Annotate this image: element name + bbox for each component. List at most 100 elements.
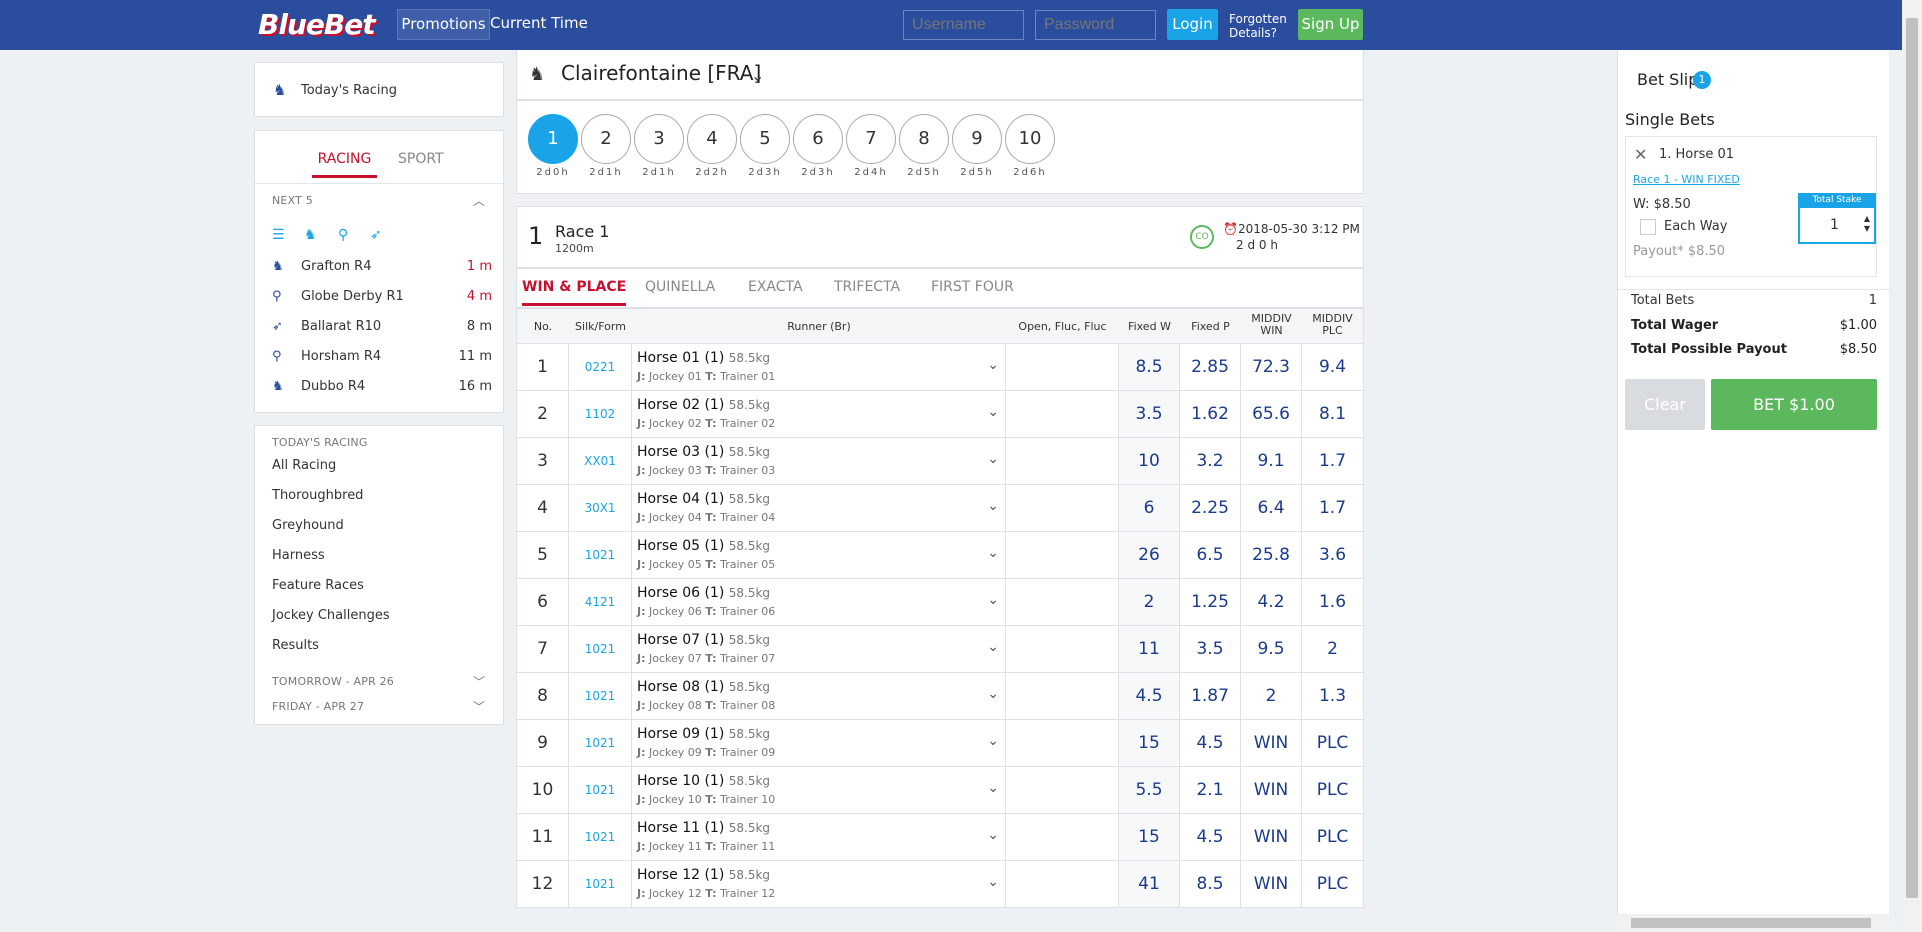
username-input[interactable] xyxy=(903,10,1024,40)
middiv-win-odds[interactable]: 9.5 xyxy=(1241,626,1302,672)
next5-item[interactable]: ♞ Dubbo R4 16 m xyxy=(272,374,492,404)
race-button-6[interactable]: 6 xyxy=(793,114,843,164)
middiv-plc-odds[interactable]: 1.7 xyxy=(1302,438,1363,484)
race-button-1[interactable]: 1 xyxy=(528,114,578,164)
close-icon[interactable]: ✕ xyxy=(1634,145,1647,164)
tab-trifecta[interactable]: TRIFECTA xyxy=(834,279,900,295)
todays-racing-box[interactable]: ♞ Today's Racing xyxy=(254,62,504,117)
middiv-plc-odds[interactable]: 2 xyxy=(1302,626,1363,672)
middiv-plc-odds[interactable]: 8.1 xyxy=(1302,391,1363,437)
tab-exacta[interactable]: EXACTA xyxy=(748,279,803,295)
middiv-win-odds[interactable]: 65.6 xyxy=(1241,391,1302,437)
clear-button[interactable]: Clear xyxy=(1625,379,1705,430)
sidebar-item-all-racing[interactable]: All Racing xyxy=(272,458,336,473)
chevron-down-icon[interactable]: ⌄ xyxy=(987,780,999,796)
fixed-place-odds[interactable]: 1.25 xyxy=(1180,579,1241,625)
venue-name[interactable]: Clairefontaine [FRA] xyxy=(561,61,761,85)
runner-form[interactable]: 1021 xyxy=(569,767,632,813)
fixed-place-odds[interactable]: 2.25 xyxy=(1180,485,1241,531)
tomorrow-section[interactable]: TOMORROW - APR 26 xyxy=(272,675,394,688)
runner-form[interactable]: 1102 xyxy=(569,391,632,437)
middiv-win-odds[interactable]: 25.8 xyxy=(1241,532,1302,578)
next5-item[interactable]: ♞ Grafton R4 1 m xyxy=(272,254,492,284)
fixed-win-odds[interactable]: 5.5 xyxy=(1119,767,1180,813)
middiv-win-odds[interactable]: WIN xyxy=(1241,814,1302,860)
middiv-win-odds[interactable]: WIN xyxy=(1241,861,1302,907)
fixed-win-odds[interactable]: 15 xyxy=(1119,814,1180,860)
runner-form[interactable]: 1021 xyxy=(569,814,632,860)
fixed-win-odds[interactable]: 11 xyxy=(1119,626,1180,672)
fixed-place-odds[interactable]: 8.5 xyxy=(1180,861,1241,907)
race-button-8[interactable]: 8 xyxy=(899,114,949,164)
each-way-checkbox[interactable] xyxy=(1640,219,1656,235)
middiv-plc-odds[interactable]: PLC xyxy=(1302,767,1363,813)
place-bet-button[interactable]: BET $1.00 xyxy=(1711,379,1877,430)
todays-racing-link[interactable]: Today's Racing xyxy=(301,83,397,98)
race-button-2[interactable]: 2 xyxy=(581,114,631,164)
promotions-button[interactable]: Promotions xyxy=(397,9,490,40)
fixed-place-odds[interactable]: 1.87 xyxy=(1180,673,1241,719)
chevron-down-icon[interactable]: ⌄ xyxy=(987,357,999,373)
next5-item[interactable]: ⚲ Globe Derby R1 4 m xyxy=(272,284,492,314)
race-button-5[interactable]: 5 xyxy=(740,114,790,164)
friday-section[interactable]: FRIDAY - APR 27 xyxy=(272,700,364,713)
chevron-down-icon[interactable]: ⌄ xyxy=(987,404,999,420)
sidebar-item-results[interactable]: Results xyxy=(272,638,319,653)
fixed-place-odds[interactable]: 3.5 xyxy=(1180,626,1241,672)
sidebar-item-greyhound[interactable]: Greyhound xyxy=(272,518,344,533)
middiv-plc-odds[interactable]: PLC xyxy=(1302,861,1363,907)
chevron-down-icon[interactable]: ⌄ xyxy=(987,545,999,561)
next5-item[interactable]: ➶ Ballarat R10 8 m xyxy=(272,314,492,344)
runner-form[interactable]: 1021 xyxy=(569,861,632,907)
fixed-win-odds[interactable]: 6 xyxy=(1119,485,1180,531)
fixed-win-odds[interactable]: 2 xyxy=(1119,579,1180,625)
fixed-win-odds[interactable]: 15 xyxy=(1119,720,1180,766)
chevron-down-icon[interactable]: ⌄ xyxy=(987,686,999,702)
fixed-win-odds[interactable]: 8.5 xyxy=(1119,344,1180,390)
middiv-plc-odds[interactable]: PLC xyxy=(1302,720,1363,766)
race-button-9[interactable]: 9 xyxy=(952,114,1002,164)
stake-input[interactable]: 1 ▲ ▼ xyxy=(1798,206,1876,244)
chevron-down-icon[interactable]: ⌄ xyxy=(987,639,999,655)
middiv-plc-odds[interactable]: 3.6 xyxy=(1302,532,1363,578)
fixed-place-odds[interactable]: 2.1 xyxy=(1180,767,1241,813)
sidebar-item-feature-races[interactable]: Feature Races xyxy=(272,578,364,593)
middiv-plc-odds[interactable]: 9.4 xyxy=(1302,344,1363,390)
bluebet-logo[interactable]: BlueBet xyxy=(258,8,376,41)
fixed-win-odds[interactable]: 3.5 xyxy=(1119,391,1180,437)
chevron-up-icon[interactable]: ︿ xyxy=(473,192,485,209)
stake-spinner-icon[interactable]: ▲ ▼ xyxy=(1864,214,1870,234)
greyhound-filter-icon[interactable]: ➶ xyxy=(370,227,382,243)
fixed-win-odds[interactable]: 10 xyxy=(1119,438,1180,484)
runner-form[interactable]: 1021 xyxy=(569,673,632,719)
chevron-down-icon[interactable]: ﹀ xyxy=(473,673,485,690)
runner-form[interactable]: 1021 xyxy=(569,532,632,578)
sidebar-item-jockey-challenges[interactable]: Jockey Challenges xyxy=(272,608,390,623)
chevron-down-icon[interactable]: ⌄ xyxy=(987,592,999,608)
chevron-down-icon[interactable]: ⌄ xyxy=(987,498,999,514)
vertical-scrollbar[interactable] xyxy=(1902,0,1922,932)
chevron-down-icon[interactable]: ﹀ xyxy=(473,698,485,715)
list-icon[interactable]: ☰ xyxy=(272,227,285,243)
password-input[interactable] xyxy=(1035,10,1156,40)
runner-form[interactable]: 30X1 xyxy=(569,485,632,531)
middiv-plc-odds[interactable]: 1.3 xyxy=(1302,673,1363,719)
tab-racing[interactable]: RACING xyxy=(312,151,377,178)
chevron-down-icon[interactable]: ⌄ xyxy=(751,66,764,85)
fixed-place-odds[interactable]: 3.2 xyxy=(1180,438,1241,484)
fixed-place-odds[interactable]: 1.62 xyxy=(1180,391,1241,437)
signup-button[interactable]: Sign Up xyxy=(1298,9,1363,40)
middiv-plc-odds[interactable]: 1.6 xyxy=(1302,579,1363,625)
middiv-win-odds[interactable]: 2 xyxy=(1241,673,1302,719)
middiv-plc-odds[interactable]: 1.7 xyxy=(1302,485,1363,531)
runner-form[interactable]: 1021 xyxy=(569,720,632,766)
fixed-win-odds[interactable]: 41 xyxy=(1119,861,1180,907)
middiv-win-odds[interactable]: 9.1 xyxy=(1241,438,1302,484)
race-bet-link[interactable]: Race 1 - WIN FIXED xyxy=(1633,173,1740,186)
fixed-win-odds[interactable]: 26 xyxy=(1119,532,1180,578)
middiv-win-odds[interactable]: 72.3 xyxy=(1241,344,1302,390)
forgotten-details-link[interactable]: Forgotten Details? xyxy=(1229,12,1287,40)
middiv-win-odds[interactable]: 6.4 xyxy=(1241,485,1302,531)
middiv-plc-odds[interactable]: PLC xyxy=(1302,814,1363,860)
horizontal-scrollbar[interactable] xyxy=(1617,914,1889,932)
